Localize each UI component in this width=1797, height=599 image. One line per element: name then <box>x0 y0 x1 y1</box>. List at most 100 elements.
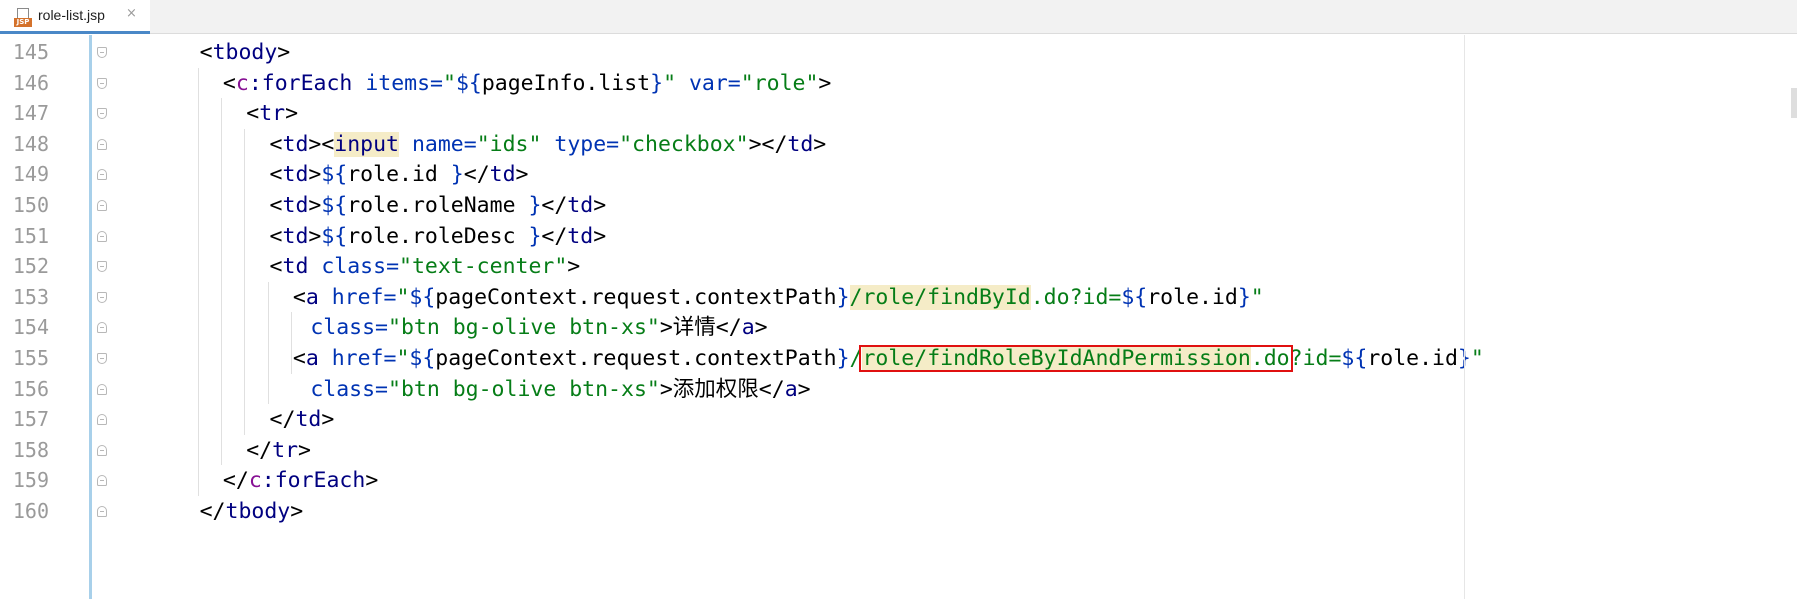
code-token: } <box>1237 284 1251 310</box>
fold-marker-icon[interactable] <box>97 230 107 242</box>
jsp-badge: JSP <box>14 18 32 27</box>
code-token: < <box>269 162 283 188</box>
code-token: ${ <box>1341 346 1368 371</box>
code-token: tbody <box>212 40 278 65</box>
code-area[interactable]: <tbody> <c:forEach items="${pageInfo.list… <box>117 35 1797 599</box>
code-token: > <box>593 193 607 218</box>
indent-guide <box>290 312 292 374</box>
code-token: a <box>305 284 332 310</box>
code-token: ${ <box>455 70 482 96</box>
fold-column <box>93 35 117 599</box>
fold-marker-icon[interactable] <box>97 261 107 273</box>
code-token: td <box>282 193 309 218</box>
code-token: href= <box>331 284 397 310</box>
code-token: ${ <box>409 284 436 310</box>
code-token: > <box>813 131 827 157</box>
code-token: td <box>295 407 322 433</box>
code-token: role.roleDesc <box>347 223 529 249</box>
code-token: ?id= <box>1289 346 1342 371</box>
code-token: > <box>659 376 673 402</box>
code-token: td <box>282 223 309 249</box>
code-token: /role/findById <box>849 284 1031 310</box>
editor-tab-bar: JSP role-list.jsp × <box>0 0 1797 34</box>
code-token: :forEach <box>261 468 366 494</box>
jsp-file-icon: JSP <box>14 8 32 27</box>
close-icon[interactable]: × <box>126 6 137 21</box>
code-token: ${ <box>321 162 348 188</box>
code-token: } <box>528 193 542 218</box>
code-token: a <box>784 376 798 402</box>
fold-marker-icon[interactable] <box>97 414 107 426</box>
code-editor[interactable]: 145 146 147 148 149 150 151 152 153 154 155 156 157 1… <box>0 35 1797 599</box>
code-token: > <box>298 437 311 463</box>
code-token: pageContext.request.contextPath <box>435 284 837 310</box>
fold-marker-icon[interactable] <box>97 383 107 395</box>
code-token: class= <box>321 254 400 280</box>
fold-marker-icon[interactable] <box>97 506 107 517</box>
code-token: > <box>321 407 335 433</box>
code-token: ${ <box>409 346 436 371</box>
code-token: < <box>199 40 213 65</box>
code-token: items= <box>365 70 443 96</box>
code-token: > <box>567 254 581 280</box>
code-token: tr <box>272 437 299 463</box>
code-token: pageInfo.list <box>481 70 651 96</box>
right-margin-guide <box>1464 35 1465 599</box>
fold-marker-icon[interactable] <box>97 353 107 364</box>
code-token: "text-center" <box>399 254 568 280</box>
fold-marker-icon[interactable] <box>97 200 107 211</box>
code-token: role/findRoleByIdAndPermission <box>862 346 1251 371</box>
indent-guide <box>244 128 246 435</box>
fold-marker-icon[interactable] <box>97 77 107 89</box>
code-token: } <box>836 346 850 371</box>
code-token: > <box>365 468 379 494</box>
fold-marker-icon[interactable] <box>97 291 107 303</box>
code-token: < <box>269 131 283 157</box>
code-token: role.id <box>1367 346 1458 371</box>
fold-marker-icon[interactable] <box>97 108 107 120</box>
code-line: class="btn bg-olive btn-xs">添加权限</a> <box>310 372 810 407</box>
fold-marker-icon[interactable] <box>97 169 107 181</box>
indent-guide <box>197 67 199 496</box>
code-token: > <box>754 315 768 341</box>
fold-marker-icon[interactable] <box>97 444 107 456</box>
code-token: > <box>593 223 607 249</box>
code-token: </ <box>222 468 249 494</box>
code-token: > <box>308 223 322 249</box>
code-token: ${ <box>321 223 348 249</box>
tab-role-list-jsp[interactable]: JSP role-list.jsp × <box>0 0 150 34</box>
code-token: } <box>650 70 664 96</box>
code-token: td <box>567 193 594 218</box>
code-token: > <box>277 40 291 65</box>
code-token: type= <box>554 131 620 157</box>
fold-marker-icon[interactable] <box>97 475 107 487</box>
code-token: tr <box>259 101 286 127</box>
tab-filename: role-list.jsp <box>38 7 105 23</box>
fold-marker-icon[interactable] <box>97 47 107 58</box>
code-token: "btn bg-olive btn-xs" <box>388 376 660 402</box>
code-token: } <box>528 223 542 249</box>
code-token: / <box>849 346 863 371</box>
code-token: ${ <box>321 193 348 218</box>
code-token: td <box>489 162 516 188</box>
code-token: " <box>396 346 410 371</box>
code-token: < <box>269 223 283 249</box>
code-token: c <box>235 70 249 96</box>
line-number: 160 <box>12 499 49 523</box>
code-token: href= <box>331 346 397 371</box>
code-token: role.id <box>347 162 451 188</box>
code-token: .do?id= <box>1030 284 1122 310</box>
code-token: var= <box>688 70 741 96</box>
code-token: </ <box>463 162 490 188</box>
fold-marker-icon[interactable] <box>97 322 107 334</box>
scrollbar-thumb[interactable] <box>1791 88 1797 118</box>
code-token: < <box>292 284 306 310</box>
code-token: " <box>1250 284 1264 310</box>
code-token: } <box>450 162 464 188</box>
fold-marker-icon[interactable] <box>97 138 107 150</box>
vcs-change-marker <box>89 35 92 599</box>
code-token: < <box>246 101 260 127</box>
code-token: " <box>443 70 456 96</box>
indent-guide <box>267 281 269 405</box>
